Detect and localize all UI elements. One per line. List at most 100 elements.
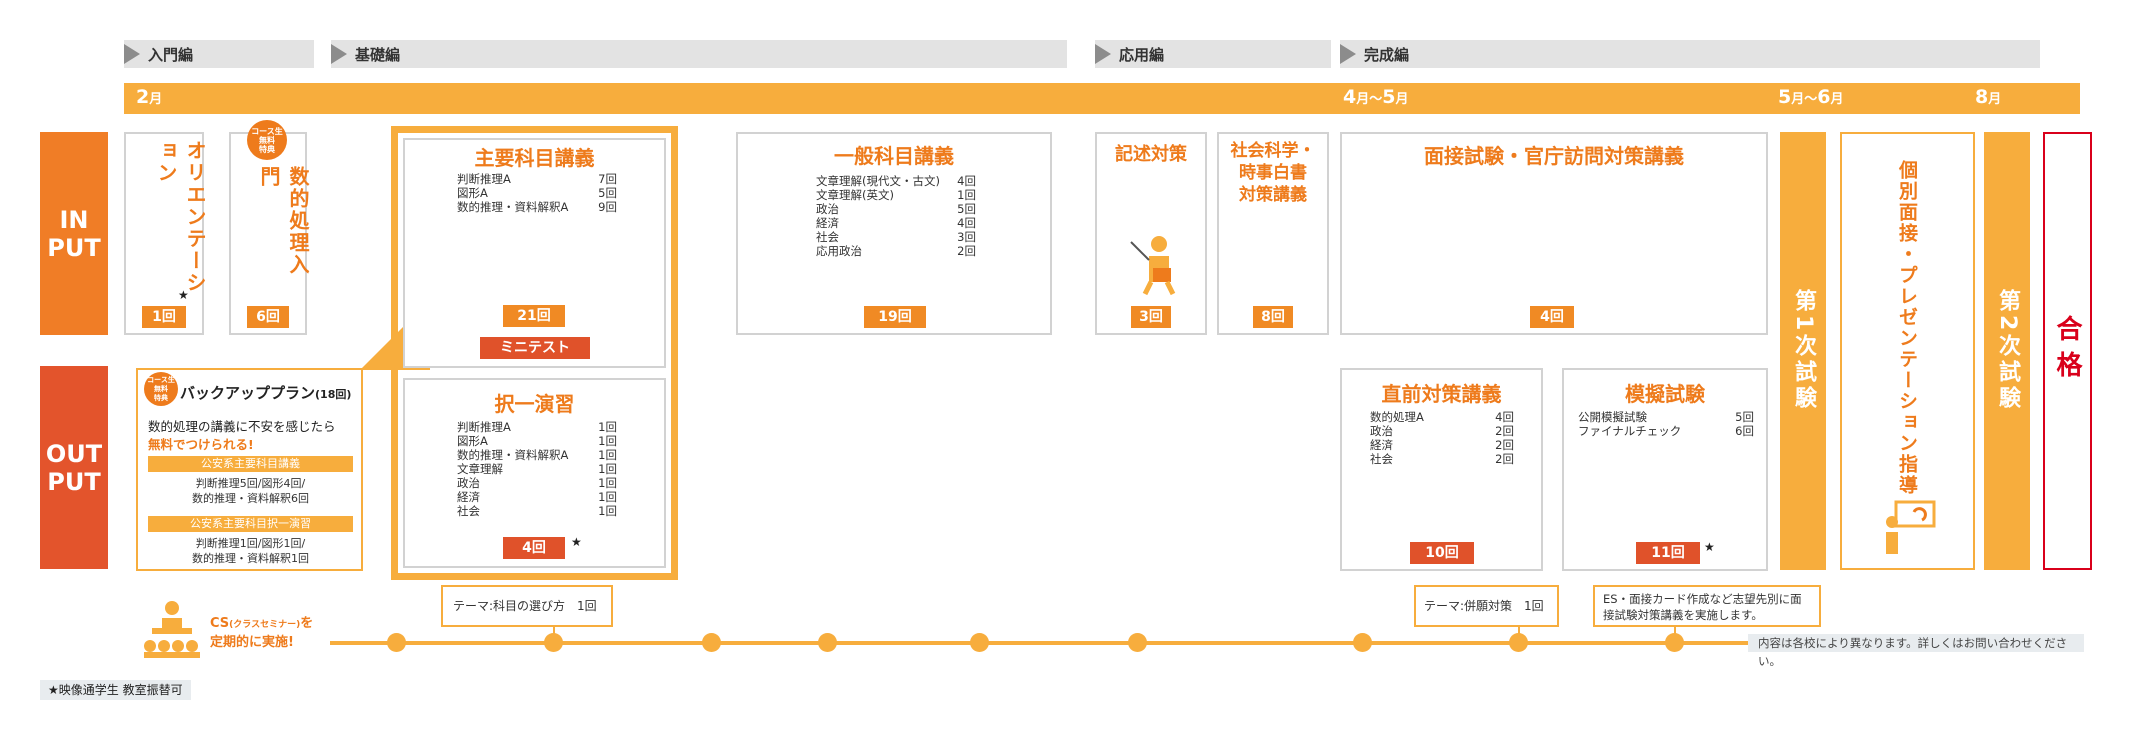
list-item: 判断推理A 1回 <box>457 420 617 434</box>
orientation-count: 1回 <box>142 306 186 328</box>
orientation-card: オリエンテーション ★ 1回 <box>124 132 207 335</box>
list-item: 数的処理A 4回 <box>1370 410 1514 424</box>
list-item: 文章理解(英文) 1回 <box>816 188 976 202</box>
callout-connector <box>1518 627 1520 639</box>
chokuzen-title: 直前対策講義 <box>1381 382 1502 406</box>
kobetsu-card: 個別面接・プレゼンテーション指導 <box>1840 132 1975 570</box>
backup-plan-card: コース生 無料 特典 バックアッププラン(18回) 数的処理の講義に不安を感じた… <box>136 368 363 571</box>
chokuzen-card: 直前対策講義 数的処理A 4回 政治 2回 経済 2回 社会 2回 10回 <box>1340 368 1543 571</box>
list-item: 政治 5回 <box>816 202 976 216</box>
main-lecture-card: 主要科目講義 判断推理A 7回 図形A 5回 数的推理・資料解釈A 9回 21回 ミニ… <box>403 138 666 368</box>
list-item: 経済 2回 <box>1370 438 1514 452</box>
suteki-count: 6回 <box>247 306 289 328</box>
callout-es-interview: ES・面接カード作成など志望先別に面 接試験対策講義を実施します。 <box>1593 585 1821 627</box>
orientation-title: オリエンテーション <box>154 140 207 294</box>
list-item: 社会 3回 <box>816 230 976 244</box>
timeline-dot <box>970 633 989 652</box>
suteki-title: 数的処理入門 <box>257 166 310 276</box>
first-exam-column: 第1次試験 <box>1780 132 1826 570</box>
list-item: ファイナルチェック 6回 <box>1578 424 1754 438</box>
pass-column: 合格 <box>2043 132 2092 570</box>
takuitsu-card: 択一演習 判断推理A 1回 図形A 1回 数的推理・資料解釈A 1回 文章理解 1回 政… <box>403 378 666 568</box>
interview-count: 4回 <box>1530 306 1574 328</box>
second-exam-column: 第2次試験 <box>1984 132 2030 570</box>
callout-connector <box>553 627 555 639</box>
class-seminar-text: CS(クラスセミナー)を 定期的に実施! <box>210 616 314 650</box>
list-item: 文章理解(現代文・古文) 4回 <box>816 174 976 188</box>
takuitsu-title: 択一演習 <box>494 392 575 416</box>
list-item: 社会 2回 <box>1370 452 1514 466</box>
timeline-dot <box>818 633 837 652</box>
shakai-card: 社会科学・ 時事白書 対策講義 8回 <box>1217 132 1329 335</box>
phase-completion: 完成編 <box>1340 40 2040 68</box>
teacher-icon <box>1130 236 1176 296</box>
star-mark: ★ <box>1704 540 1715 554</box>
free-benefit-badge: コース生 無料 特典 <box>247 120 287 160</box>
list-item: 社会 1回 <box>457 504 617 518</box>
takuitsu-count: 4回 <box>503 537 565 559</box>
month-apr-may: 4月～5月 <box>1343 86 1409 108</box>
month-may-jun: 5月～6月 <box>1778 86 1844 108</box>
phase-applied: 応用編 <box>1095 40 1331 68</box>
main-lecture-count: 21回 <box>503 305 565 327</box>
interview-card: 面接試験・官庁訪問対策講義 4回 <box>1340 132 1768 335</box>
chokuzen-count: 10回 <box>1410 542 1474 564</box>
main-lecture-rows: 判断推理A 7回 図形A 5回 数的推理・資料解釈A 9回 <box>457 172 617 214</box>
list-item: 経済 4回 <box>816 216 976 230</box>
phase-intro: 入門編 <box>124 40 314 68</box>
arrow-right-icon <box>331 44 347 64</box>
timeline-dot <box>1353 633 1372 652</box>
kobetsu-title: 個別面接・プレゼンテーション指導 <box>1896 160 1918 496</box>
timeline-dot <box>387 633 406 652</box>
backup-title: バックアッププラン(18回) <box>180 384 352 402</box>
chokuzen-rows: 数的処理A 4回 政治 2回 経済 2回 社会 2回 <box>1370 410 1514 466</box>
list-item: 経済 1回 <box>457 490 617 504</box>
timeline-dot <box>1128 633 1147 652</box>
list-item: 図形A 5回 <box>457 186 617 200</box>
list-item: 文章理解 1回 <box>457 462 617 476</box>
free-benefit-badge: コース生 無料 特典 <box>144 372 178 406</box>
arrow-right-icon <box>124 44 140 64</box>
backup-bar-practice: 公安系主要科目択一演習 <box>148 516 353 532</box>
backup-text-lecture: 判断推理5回/図形4回/数的推理・資料解釈6回 <box>192 477 309 505</box>
footnote: ★映像通学生 教室振替可 <box>40 680 191 700</box>
list-item: 応用政治 2回 <box>816 244 976 258</box>
mogi-title: 模擬試験 <box>1625 382 1705 406</box>
input-label: IN PUT <box>40 132 108 335</box>
timeline-dot <box>702 633 721 652</box>
list-item: 図形A 1回 <box>457 434 617 448</box>
callout-combined: テーマ:併願対策 1回 <box>1414 585 1559 627</box>
contact-note: 内容は各校により異なります。詳しくはお問い合わせください。 <box>1748 634 2084 668</box>
main-lecture-title: 主要科目講義 <box>474 146 595 170</box>
mogi-rows: 公開模擬試験 5回 ファイナルチェック 6回 <box>1578 410 1754 438</box>
kijutsu-title: 記述対策 <box>1115 144 1187 165</box>
backup-desc: 数的処理の講義に不安を感じたら <box>148 419 336 434</box>
shakai-title: 社会科学・ 時事白書 対策講義 <box>1230 141 1316 205</box>
shakai-count: 8回 <box>1253 306 1293 328</box>
takuitsu-rows: 判断推理A 1回 図形A 1回 数的推理・資料解釈A 1回 文章理解 1回 政治 1回 経… <box>457 420 617 518</box>
arrow-right-icon <box>1095 44 1111 64</box>
mini-test-label: ミニテスト <box>480 337 590 359</box>
list-item: 政治 1回 <box>457 476 617 490</box>
phase-basic: 基礎編 <box>331 40 1067 68</box>
mogi-card: 模擬試験 公開模擬試験 5回 ファイナルチェック 6回 11回 ★ <box>1562 368 1768 571</box>
class-seminar-icon <box>144 601 200 658</box>
callout-subject-choice: テーマ:科目の選び方 1回 <box>441 585 613 627</box>
output-label: OUT PUT <box>40 366 108 569</box>
list-item: 政治 2回 <box>1370 424 1514 438</box>
backup-text-practice: 判断推理1回/図形1回/数的推理・資料解釈1回 <box>192 537 309 565</box>
month-aug: 8月 <box>1975 86 2002 108</box>
list-item: 数的推理・資料解釈A 1回 <box>457 448 617 462</box>
list-item: 判断推理A 7回 <box>457 172 617 186</box>
general-count: 19回 <box>864 306 926 328</box>
callout-connector <box>1674 627 1676 639</box>
month-feb: 2月 <box>136 86 163 108</box>
arrow-right-icon <box>1340 44 1356 64</box>
star-mark: ★ <box>571 535 582 549</box>
kijutsu-count: 3回 <box>1131 306 1171 328</box>
general-rows: 文章理解(現代文・古文) 4回 文章理解(英文) 1回 政治 5回 経済 4回 社会 3回… <box>816 174 976 258</box>
general-title: 一般科目講義 <box>834 144 954 168</box>
kijutsu-card: 記述対策 3回 <box>1095 132 1207 335</box>
general-card: 一般科目講義 文章理解(現代文・古文) 4回 文章理解(英文) 1回 政治 5回 経済… <box>736 132 1052 335</box>
suteki-card: コース生 無料 特典 数的処理入門 6回 <box>229 120 310 335</box>
